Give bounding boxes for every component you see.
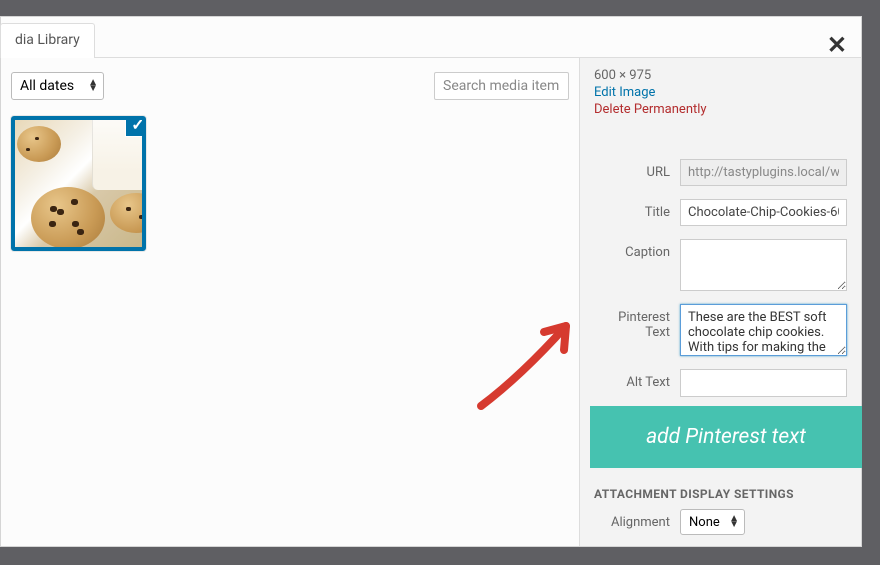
tab-label: dia Library xyxy=(15,32,80,48)
caption-field[interactable] xyxy=(680,239,847,291)
field-row-alignment: Alignment None ▲▼ xyxy=(594,509,847,535)
delete-permanently-link[interactable]: Delete Permanently xyxy=(594,102,847,117)
attachment-thumbnail[interactable]: ✓ xyxy=(11,116,146,251)
search-input[interactable] xyxy=(434,72,569,100)
close-button[interactable]: ✕ xyxy=(827,33,847,57)
alignment-select-wrap: None ▲▼ xyxy=(680,509,745,535)
field-row-url: URL xyxy=(594,159,847,186)
selected-check-icon: ✓ xyxy=(126,116,146,136)
field-row-caption: Caption xyxy=(594,239,847,291)
attachment-details-sidebar: 600 × 975 Edit Image Delete Permanently … xyxy=(579,58,861,546)
field-row-title: Title xyxy=(594,199,847,226)
field-row-pinterest-text: Pinterest Text These are the BEST soft c… xyxy=(594,304,847,356)
attachment-dimensions: 600 × 975 xyxy=(594,68,847,83)
modal-body: All dates ▲▼ xyxy=(1,58,861,546)
media-toolbar: All dates ▲▼ xyxy=(11,72,569,100)
callout-banner: add Pinterest text xyxy=(590,406,862,468)
tab-bar: dia Library xyxy=(1,17,861,58)
pinterest-text-label: Pinterest Text xyxy=(594,304,680,340)
date-filter-select[interactable]: All dates xyxy=(11,72,104,100)
attachment-display-settings-heading: Attachment Display Settings xyxy=(594,487,847,501)
media-library-main: All dates ▲▼ xyxy=(1,58,579,546)
title-label: Title xyxy=(594,199,680,220)
thumbnail-art xyxy=(17,126,61,162)
alt-text-label: Alt Text xyxy=(594,369,680,390)
field-row-alt-text: Alt Text xyxy=(594,369,847,397)
tab-media-library[interactable]: dia Library xyxy=(0,23,95,58)
attachment-grid: ✓ xyxy=(11,116,569,251)
edit-image-link[interactable]: Edit Image xyxy=(594,85,847,100)
title-field[interactable] xyxy=(680,199,847,226)
alignment-label: Alignment xyxy=(594,509,680,530)
callout-text: add Pinterest text xyxy=(646,425,806,449)
close-icon: ✕ xyxy=(827,31,847,59)
url-label: URL xyxy=(594,159,680,180)
thumbnail-art xyxy=(31,187,105,249)
alt-text-field[interactable] xyxy=(680,369,847,397)
alignment-select[interactable]: None xyxy=(680,509,745,535)
thumbnail-art xyxy=(110,193,146,233)
pinterest-text-field[interactable]: These are the BEST soft chocolate chip c… xyxy=(680,304,847,356)
date-filter-wrap: All dates ▲▼ xyxy=(11,72,104,100)
url-field[interactable] xyxy=(680,159,847,186)
caption-label: Caption xyxy=(594,239,680,260)
check-icon: ✓ xyxy=(131,116,144,134)
